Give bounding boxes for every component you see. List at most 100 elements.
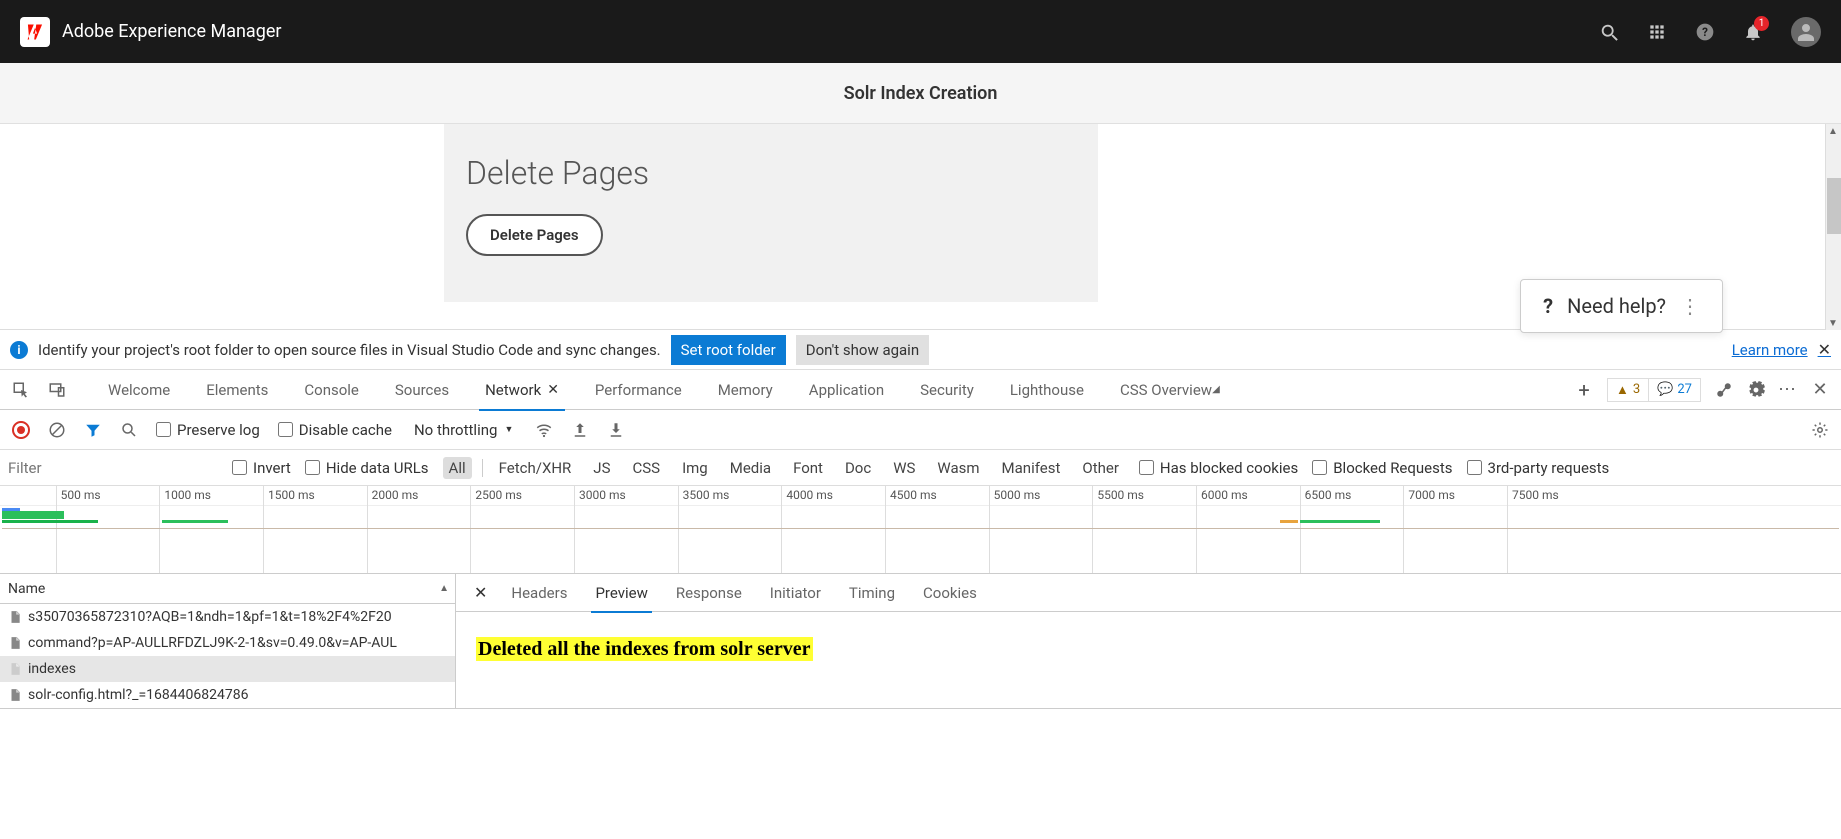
preserve-log-checkbox[interactable]: Preserve log bbox=[156, 421, 260, 439]
timeline-tick: 7000 ms bbox=[1403, 486, 1455, 574]
clear-icon[interactable] bbox=[48, 421, 66, 439]
devtools-tab-console[interactable]: Console bbox=[286, 370, 377, 410]
request-list-header[interactable]: Name ▲ bbox=[0, 574, 455, 604]
wifi-icon[interactable] bbox=[535, 421, 553, 439]
third-party-checkbox[interactable]: 3rd-party requests bbox=[1467, 459, 1610, 477]
devtools-tab-network[interactable]: Network✕ bbox=[467, 370, 577, 410]
plus-icon[interactable]: + bbox=[1575, 381, 1593, 399]
filter-type-manifest[interactable]: Manifest bbox=[996, 457, 1067, 479]
filter-bar: Invert Hide data URLs All Fetch/XHR JS CSS I… bbox=[0, 450, 1841, 486]
issue-counts[interactable]: ▲3 💬27 bbox=[1607, 378, 1701, 402]
download-icon[interactable] bbox=[607, 421, 625, 439]
request-row[interactable]: s35070365872310?AQB=1&ndh=1&pf=1&t=18%2F… bbox=[0, 604, 455, 630]
devtools-tab-memory[interactable]: Memory bbox=[700, 370, 791, 410]
detail-tab-headers[interactable]: Headers bbox=[497, 574, 581, 612]
scroll-thumb[interactable] bbox=[1827, 178, 1841, 234]
more-menu-icon[interactable]: ⋯ bbox=[1779, 381, 1797, 399]
preview-body: Deleted all the indexes from solr server bbox=[456, 612, 1841, 708]
devtools-tab-security[interactable]: Security bbox=[902, 370, 992, 410]
apps-grid-icon[interactable] bbox=[1647, 22, 1667, 42]
invert-label: Invert bbox=[253, 459, 291, 477]
devtools-tab-application[interactable]: Application bbox=[791, 370, 902, 410]
vertical-scrollbar[interactable]: ▲ ▼ bbox=[1825, 124, 1841, 330]
device-toggle-icon[interactable] bbox=[48, 381, 66, 399]
close-detail-icon[interactable]: ✕ bbox=[464, 583, 497, 602]
detail-tab-cookies[interactable]: Cookies bbox=[909, 574, 991, 612]
detail-tab-initiator[interactable]: Initiator bbox=[756, 574, 835, 612]
detail-tab-timing[interactable]: Timing bbox=[835, 574, 909, 612]
devtools-tab-elements[interactable]: Elements bbox=[188, 370, 286, 410]
disable-cache-label: Disable cache bbox=[299, 421, 392, 439]
scroll-down-arrow-icon[interactable]: ▼ bbox=[1826, 316, 1840, 330]
adobe-logo-icon[interactable] bbox=[20, 17, 50, 47]
timeline-tick: 7500 ms bbox=[1507, 486, 1559, 574]
request-row[interactable]: solr-config.html?_=1684406824786 bbox=[0, 682, 455, 708]
close-tab-icon[interactable]: ✕ bbox=[547, 382, 559, 398]
request-name: indexes bbox=[28, 661, 76, 677]
close-icon[interactable]: ✕ bbox=[1818, 340, 1831, 359]
learn-more-link[interactable]: Learn more ✕ bbox=[1732, 340, 1831, 359]
detail-tab-response[interactable]: Response bbox=[662, 574, 756, 612]
scroll-up-arrow-icon[interactable]: ▲ bbox=[1826, 124, 1840, 138]
detail-tab-preview[interactable]: Preview bbox=[581, 574, 661, 612]
filter-icon[interactable] bbox=[84, 421, 102, 439]
network-toolbar: Preserve log Disable cache No throttling bbox=[0, 410, 1841, 450]
file-icon bbox=[8, 688, 22, 702]
invert-checkbox[interactable]: Invert bbox=[232, 459, 291, 477]
filter-type-img[interactable]: Img bbox=[676, 457, 714, 479]
disable-cache-checkbox[interactable]: Disable cache bbox=[278, 421, 392, 439]
search-icon[interactable] bbox=[120, 421, 138, 439]
filter-type-all[interactable]: All bbox=[443, 457, 472, 479]
devtools-tab-performance[interactable]: Performance bbox=[577, 370, 700, 410]
record-icon[interactable] bbox=[12, 421, 30, 439]
aem-header-right: ? 1 bbox=[1599, 17, 1821, 47]
filter-type-ws[interactable]: WS bbox=[887, 457, 921, 479]
network-conditions-icon[interactable] bbox=[1715, 381, 1733, 399]
separator bbox=[482, 459, 483, 477]
delete-pages-button[interactable]: Delete Pages bbox=[466, 214, 603, 256]
devtools-tab-sources[interactable]: Sources bbox=[377, 370, 467, 410]
throttling-value: No throttling bbox=[410, 417, 517, 443]
set-root-folder-button[interactable]: Set root folder bbox=[671, 335, 786, 365]
filter-type-wasm[interactable]: Wasm bbox=[931, 457, 985, 479]
timeline-tick: 2500 ms bbox=[470, 486, 522, 574]
request-row[interactable]: indexes bbox=[0, 656, 455, 682]
help-icon[interactable]: ? bbox=[1695, 22, 1715, 42]
bell-icon[interactable]: 1 bbox=[1743, 22, 1763, 42]
inspect-element-icon[interactable] bbox=[12, 381, 30, 399]
need-help-bubble[interactable]: ? Need help? ⋮ bbox=[1520, 279, 1723, 333]
filter-input[interactable] bbox=[8, 455, 218, 481]
hide-data-urls-checkbox[interactable]: Hide data URLs bbox=[305, 459, 429, 477]
timeline-tick: 6500 ms bbox=[1300, 486, 1352, 574]
filter-type-css[interactable]: CSS bbox=[626, 457, 666, 479]
gear-icon[interactable] bbox=[1747, 381, 1765, 399]
filter-type-doc[interactable]: Doc bbox=[839, 457, 877, 479]
content-area: Delete Pages Delete Pages ? Need help? ⋮ bbox=[0, 124, 1841, 330]
upload-icon[interactable] bbox=[571, 421, 589, 439]
filter-type-js[interactable]: JS bbox=[587, 457, 616, 479]
warn-count: 3 bbox=[1633, 382, 1640, 397]
request-row[interactable]: command?p=AP-AULLRFDZLJ9K-2-1&sv=0.49.0&… bbox=[0, 630, 455, 656]
settings-gear-icon[interactable] bbox=[1811, 421, 1829, 439]
filter-type-font[interactable]: Font bbox=[787, 457, 829, 479]
request-name: s35070365872310?AQB=1&ndh=1&pf=1&t=18%2F… bbox=[28, 609, 392, 625]
search-icon[interactable] bbox=[1599, 22, 1619, 42]
filter-type-media[interactable]: Media bbox=[724, 457, 777, 479]
devtools-tab-lighthouse[interactable]: Lighthouse bbox=[992, 370, 1102, 410]
devtools-tab-css-overview[interactable]: CSS Overview ◢ bbox=[1102, 370, 1238, 410]
devtools-tab-welcome[interactable]: Welcome bbox=[90, 370, 188, 410]
throttling-select[interactable]: No throttling bbox=[410, 417, 517, 443]
close-devtools-icon[interactable]: ✕ bbox=[1811, 381, 1829, 399]
network-timeline[interactable]: 500 ms1000 ms1500 ms2000 ms2500 ms3000 m… bbox=[0, 486, 1841, 574]
dont-show-again-button[interactable]: Don't show again bbox=[796, 335, 929, 365]
filter-type-other[interactable]: Other bbox=[1076, 457, 1125, 479]
page-title: Solr Index Creation bbox=[844, 83, 998, 104]
blocked-requests-checkbox[interactable]: Blocked Requests bbox=[1312, 459, 1452, 477]
name-column-header: Name bbox=[8, 581, 45, 597]
third-party-label: 3rd-party requests bbox=[1488, 459, 1610, 477]
file-icon bbox=[8, 662, 22, 676]
avatar[interactable] bbox=[1791, 17, 1821, 47]
filter-type-fetchxhr[interactable]: Fetch/XHR bbox=[493, 457, 578, 479]
svg-text:?: ? bbox=[1702, 25, 1708, 39]
has-blocked-cookies-checkbox[interactable]: Has blocked cookies bbox=[1139, 459, 1298, 477]
